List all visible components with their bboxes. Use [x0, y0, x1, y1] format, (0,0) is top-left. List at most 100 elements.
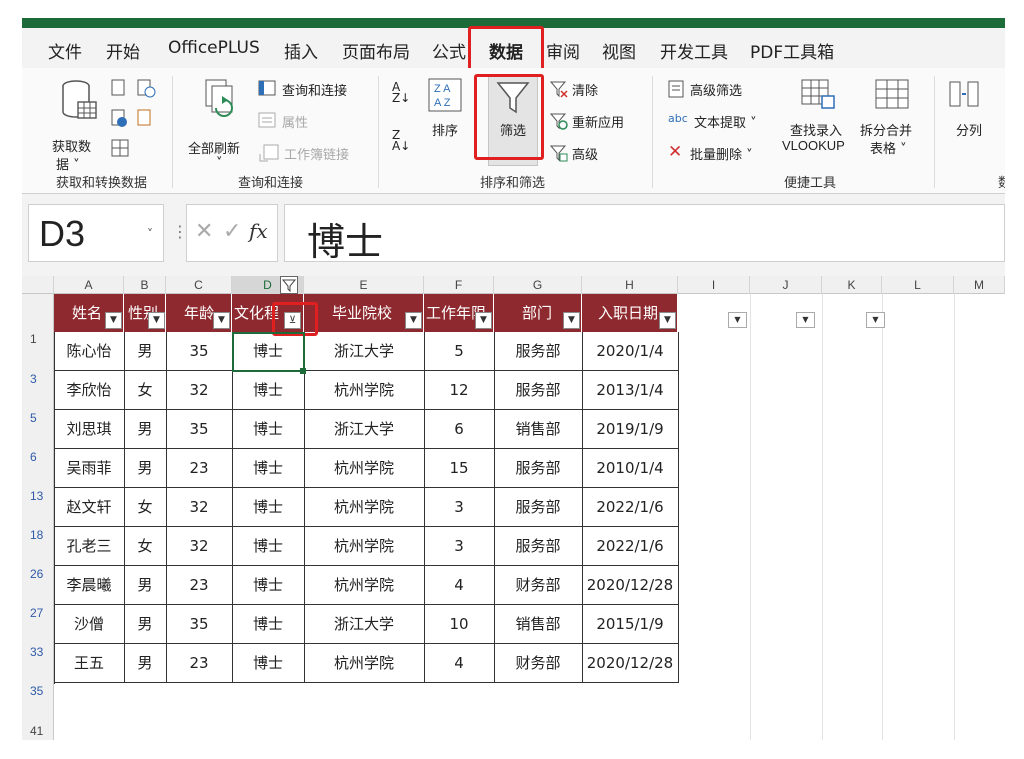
cell-education[interactable]: 博士: [232, 605, 305, 644]
cell-dept[interactable]: 服务部: [494, 371, 583, 410]
cell-education[interactable]: 博士: [232, 449, 305, 488]
row-header[interactable]: 35: [22, 684, 54, 698]
tab-formulas[interactable]: 公式: [432, 38, 466, 63]
cell-education[interactable]: 博士: [232, 410, 305, 449]
tab-review[interactable]: 审阅: [546, 38, 580, 63]
row-header[interactable]: 13: [22, 489, 54, 503]
filter-dropdown-icon[interactable]: ▼: [659, 312, 676, 329]
column-header-h[interactable]: H: [582, 276, 678, 294]
row-header[interactable]: 41: [22, 724, 54, 738]
column-header-g[interactable]: G: [494, 276, 582, 294]
cell-education[interactable]: 博士: [232, 566, 305, 605]
cell-years[interactable]: 4: [424, 644, 495, 683]
chevron-down-icon[interactable]: ˅: [147, 227, 153, 241]
column-header-f[interactable]: F: [424, 276, 494, 294]
sort-ascending-icon[interactable]: A Z↓: [392, 81, 410, 104]
cell-name[interactable]: 赵文轩: [54, 488, 125, 527]
cell-years[interactable]: 10: [424, 605, 495, 644]
formula-input[interactable]: 博士: [284, 204, 1005, 264]
column-header-c[interactable]: C: [166, 276, 232, 294]
cell-gender[interactable]: 男: [124, 566, 167, 605]
cell-age[interactable]: 23: [166, 566, 233, 605]
cell-gender[interactable]: 男: [124, 332, 167, 371]
cell-dept[interactable]: 服务部: [494, 449, 583, 488]
cell-school[interactable]: 浙江大学: [304, 410, 425, 449]
cell-dept[interactable]: 服务部: [494, 332, 583, 371]
cell-years[interactable]: 3: [424, 527, 495, 566]
cell-hire-date[interactable]: 2019/1/9: [582, 410, 679, 449]
filter-dropdown-icon[interactable]: ▼: [563, 312, 580, 329]
cell-gender[interactable]: 女: [124, 527, 167, 566]
reapply-button[interactable]: 重新应用: [572, 112, 624, 131]
filter-dropdown-icon[interactable]: ▼: [148, 312, 165, 329]
cell-dept[interactable]: 服务部: [494, 488, 583, 527]
cell-years[interactable]: 5: [424, 332, 495, 371]
split-merge-table[interactable]: 表格 ˅: [870, 138, 907, 157]
cell-gender[interactable]: 女: [124, 371, 167, 410]
cell-name[interactable]: 吴雨菲: [54, 449, 125, 488]
column-header-a[interactable]: A: [54, 276, 124, 294]
name-box[interactable]: D3 ˅: [28, 204, 164, 262]
cell-education[interactable]: 博士: [232, 644, 305, 683]
cell-name[interactable]: 李欣怡: [54, 371, 125, 410]
cell-hire-date[interactable]: 2020/12/28: [582, 644, 679, 683]
tab-officeplus[interactable]: OfficePLUS: [168, 38, 260, 58]
cell-dept[interactable]: 销售部: [494, 605, 583, 644]
fill-handle[interactable]: [300, 368, 306, 374]
cell-hire-date[interactable]: 2013/1/4: [582, 371, 679, 410]
row-header[interactable]: 27: [22, 606, 54, 620]
filter-dropdown-icon[interactable]: ▼: [728, 312, 747, 328]
cancel-icon[interactable]: ✕: [195, 219, 213, 244]
cell-years[interactable]: 4: [424, 566, 495, 605]
column-header-l[interactable]: L: [882, 276, 954, 294]
split-merge-button[interactable]: 拆分合并: [860, 120, 912, 139]
row-header[interactable]: 6: [22, 450, 54, 464]
column-header-e[interactable]: E: [304, 276, 424, 294]
confirm-icon[interactable]: ✓: [223, 219, 241, 244]
cell-hire-date[interactable]: 2020/12/28: [582, 566, 679, 605]
cell-age[interactable]: 23: [166, 449, 233, 488]
filter-dropdown-icon[interactable]: ▼: [405, 312, 422, 329]
column-header-i[interactable]: I: [678, 276, 750, 294]
cell-dept[interactable]: 销售部: [494, 410, 583, 449]
tab-file[interactable]: 文件: [48, 38, 82, 63]
filter-dropdown-icon[interactable]: ▼: [796, 312, 815, 328]
cell-hire-date[interactable]: 2015/1/9: [582, 605, 679, 644]
adv-filter-button[interactable]: 高级筛选: [690, 80, 742, 99]
cell-gender[interactable]: 男: [124, 449, 167, 488]
tab-pdf-tools[interactable]: PDF工具箱: [750, 38, 834, 63]
cell-gender[interactable]: 男: [124, 644, 167, 683]
properties-button[interactable]: 属性: [282, 112, 308, 131]
cell-school[interactable]: 杭州学院: [304, 644, 425, 683]
row-header[interactable]: 26: [22, 567, 54, 581]
cell-age[interactable]: 32: [166, 488, 233, 527]
text-extract-button[interactable]: 文本提取 ˅: [694, 112, 757, 131]
cell-gender[interactable]: 女: [124, 488, 167, 527]
cell-school[interactable]: 杭州学院: [304, 488, 425, 527]
cell-school[interactable]: 浙江大学: [304, 605, 425, 644]
row-header[interactable]: 1: [22, 332, 54, 346]
tab-view[interactable]: 视图: [602, 38, 636, 63]
cell-age[interactable]: 32: [166, 371, 233, 410]
cell-hire-date[interactable]: 2020/1/4: [582, 332, 679, 371]
cell-education[interactable]: 博士: [232, 488, 305, 527]
cell-years[interactable]: 12: [424, 371, 495, 410]
cell-hire-date[interactable]: 2022/1/6: [582, 527, 679, 566]
cell-name[interactable]: 李晨曦: [54, 566, 125, 605]
sort-descending-icon[interactable]: Z A↓: [392, 129, 410, 152]
cell-school[interactable]: 浙江大学: [304, 332, 425, 371]
tab-page-layout[interactable]: 页面布局: [342, 38, 410, 63]
row-header[interactable]: 3: [22, 372, 54, 386]
column-header-k[interactable]: K: [822, 276, 882, 294]
cell-school[interactable]: 杭州学院: [304, 371, 425, 410]
lookup-entry-button[interactable]: 查找录入: [790, 120, 842, 139]
sort-button[interactable]: 排序: [432, 120, 458, 139]
row-header[interactable]: 33: [22, 645, 54, 659]
vlookup-label[interactable]: VLOOKUP: [782, 138, 845, 153]
cell-gender[interactable]: 男: [124, 605, 167, 644]
workbook-links-button[interactable]: 工作簿链接: [284, 144, 349, 163]
cell-name[interactable]: 沙僧: [54, 605, 125, 644]
advanced-button[interactable]: 高级: [572, 144, 598, 163]
tab-home[interactable]: 开始: [106, 38, 140, 63]
get-data-button[interactable]: 获取数: [52, 136, 91, 155]
